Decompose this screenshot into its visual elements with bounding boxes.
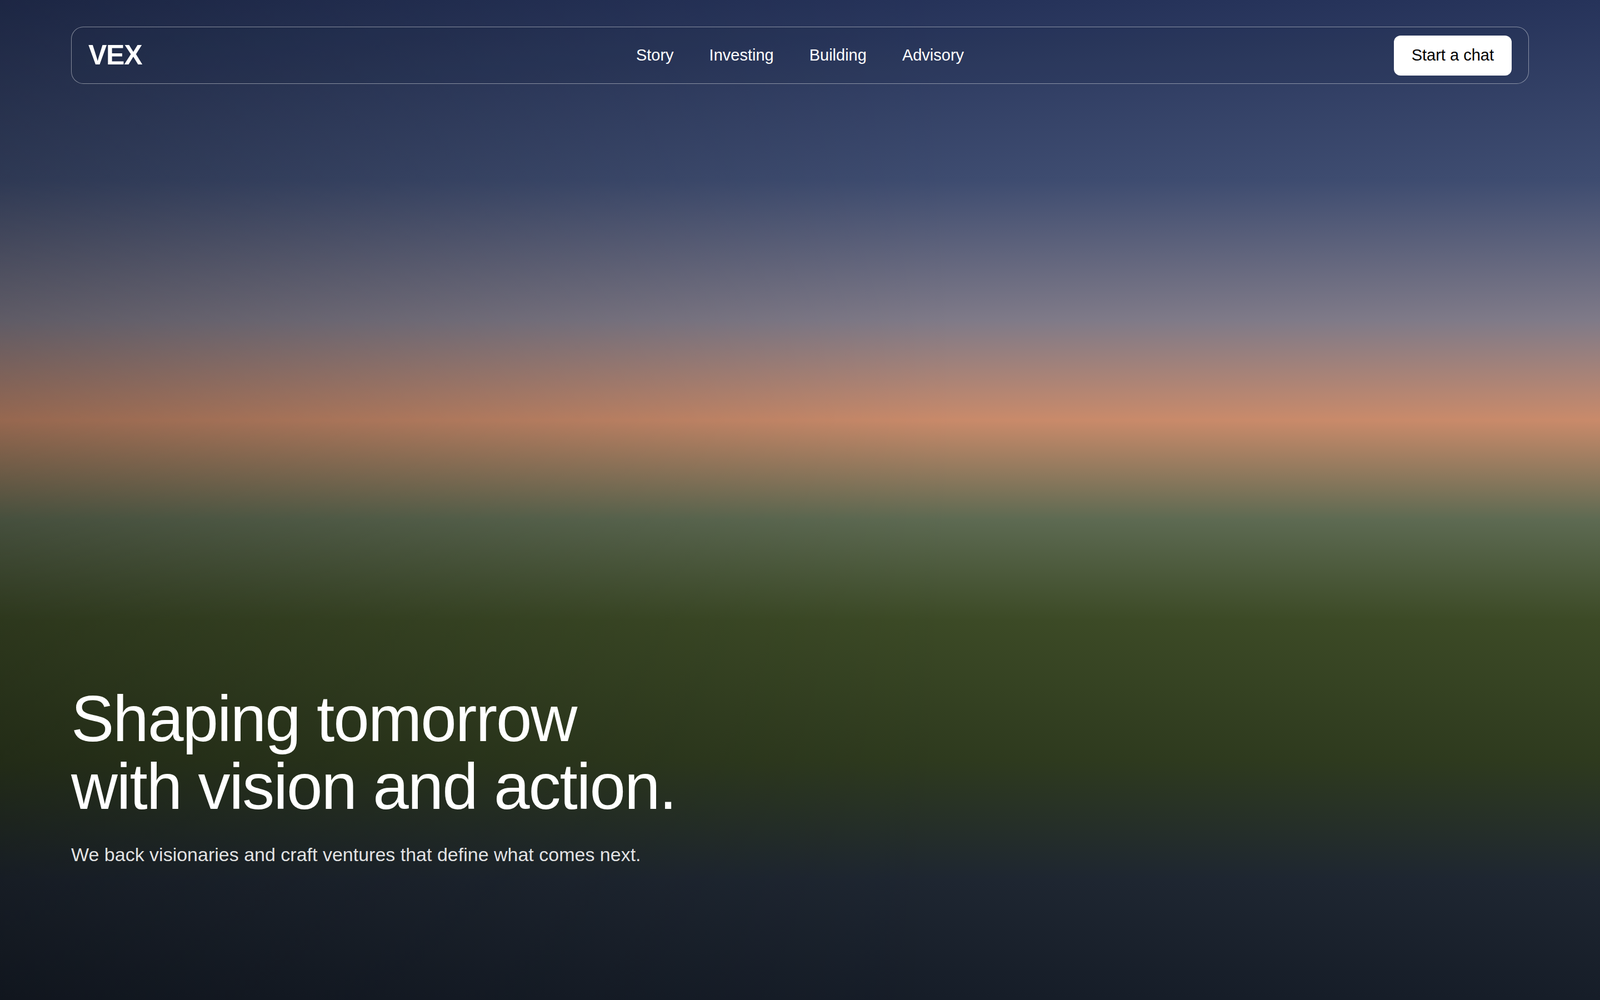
headline-line: with vision and action. [71, 752, 1529, 821]
landing-page: VEX Story Investing Building Advisory Start a… [0, 0, 1600, 1000]
hero-text: Shaping tomorrowwith vision and action. W… [71, 685, 1529, 869]
nav-links: Story Investing Building Advisory [636, 43, 964, 68]
nav-link[interactable]: Building [809, 43, 867, 68]
start-chat-button[interactable]: Start a chat [1393, 35, 1512, 76]
logo[interactable]: VEX [88, 34, 311, 77]
nav-link[interactable]: Story [636, 43, 674, 68]
nav-link[interactable]: Investing [709, 43, 774, 68]
nav-bar: VEX Story Investing Building Advisory Start a… [71, 26, 1529, 84]
hero-headline: Shaping tomorrowwith vision and action. [71, 685, 1529, 821]
headline-line: Shaping tomorrow [71, 685, 1529, 753]
hero-subtitle: We back visionaries and craft ventures t… [71, 840, 1529, 869]
nav-actions: Start a chat [1289, 35, 1512, 76]
nav-link[interactable]: Advisory [902, 43, 964, 68]
page-content: VEX Story Investing Building Advisory Start a… [0, 0, 1600, 1000]
